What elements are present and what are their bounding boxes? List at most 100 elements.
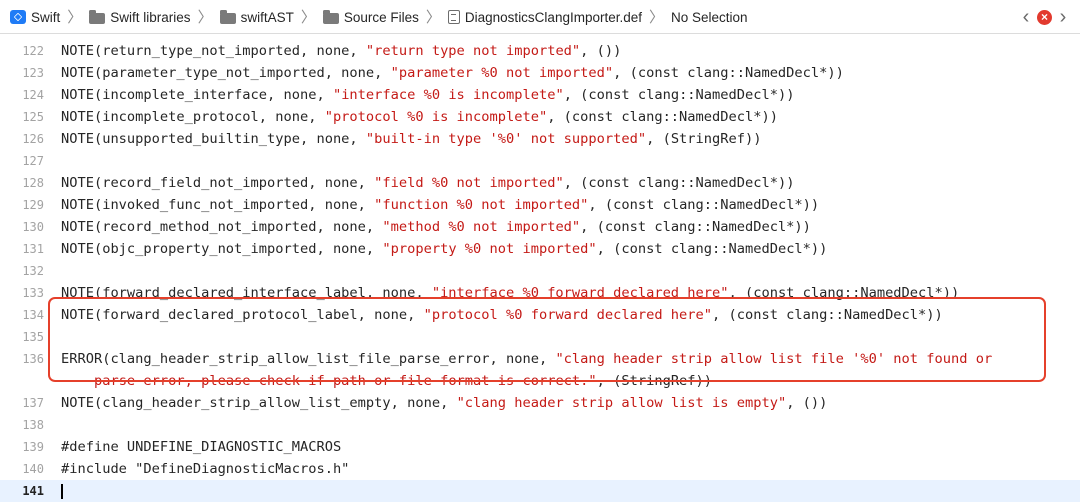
- breadcrumb-project-label: Swift: [31, 9, 61, 25]
- code-token: NOTE(unsupported_builtin_type, none,: [61, 131, 366, 147]
- source-editor[interactable]: 122 NOTE(return_type_not_imported, none, …: [0, 40, 1080, 502]
- string-literal: "return type not imported": [365, 43, 581, 59]
- line-number: 123: [22, 66, 44, 80]
- line-number: 141: [22, 484, 44, 498]
- code-text: [61, 480, 63, 502]
- folder-icon: [322, 9, 339, 24]
- breadcrumb-project[interactable]: Swift: [10, 10, 60, 25]
- code-line[interactable]: 141: [0, 480, 1080, 502]
- code-line[interactable]: 138: [0, 414, 1080, 436]
- chevron-right-icon: 〉: [67, 8, 83, 26]
- code-line[interactable]: 128 NOTE(record_field_not_imported, none,…: [0, 172, 1080, 194]
- issue-navigator-controls: ‹ × ›: [1019, 0, 1070, 34]
- code-token: NOTE(record_field_not_imported, none,: [61, 175, 375, 191]
- code-text: NOTE(record_method_not_imported, none, "…: [61, 216, 811, 238]
- line-number: 140: [22, 462, 44, 476]
- line-number: 129: [22, 198, 44, 212]
- code-line[interactable]: 140 #include "DefineDiagnosticMacros.h": [0, 458, 1080, 480]
- next-issue-button[interactable]: ›: [1056, 7, 1070, 27]
- code-line[interactable]: 131 NOTE(objc_property_not_imported, none…: [0, 238, 1080, 260]
- code-line[interactable]: 137 NOTE(clang_header_strip_allow_list_em…: [0, 392, 1080, 414]
- code-token: NOTE(incomplete_interface, none,: [61, 87, 333, 103]
- line-number: 134: [22, 308, 44, 322]
- code-line[interactable]: 123 NOTE(parameter_type_not_imported, non…: [0, 62, 1080, 84]
- code-token: NOTE(incomplete_protocol, none,: [61, 109, 325, 125]
- code-token: , (const clang::NamedDecl*)): [563, 87, 795, 103]
- code-token: NOTE(clang_header_strip_allow_list_empty…: [61, 395, 457, 411]
- line-number: 128: [22, 176, 44, 190]
- line-number: 125: [22, 110, 44, 124]
- breadcrumb-symbol[interactable]: No Selection: [671, 10, 748, 25]
- code-line[interactable]: 127: [0, 150, 1080, 172]
- code-line[interactable]: 132: [0, 260, 1080, 282]
- chevron-right-icon: 〉: [300, 8, 316, 26]
- code-token: #define UNDEFINE_DIAGNOSTIC_MACROS: [61, 439, 342, 455]
- jump-bar: Swift 〉 Swift libraries 〉 swiftAST 〉 Sou…: [0, 0, 1080, 34]
- breadcrumb-target[interactable]: swiftAST: [219, 9, 294, 25]
- code-token: NOTE(objc_property_not_imported, none,: [61, 241, 383, 257]
- error-issue-icon[interactable]: ×: [1037, 9, 1052, 25]
- code-text: #define UNDEFINE_DIAGNOSTIC_MACROS: [61, 436, 341, 458]
- line-number: 122: [22, 44, 44, 58]
- previous-issue-button[interactable]: ‹: [1019, 7, 1033, 27]
- string-literal: "parameter %0 not imported": [390, 65, 614, 81]
- text-cursor: [61, 483, 63, 499]
- line-number: 137: [22, 396, 44, 410]
- code-line[interactable]: 122 NOTE(return_type_not_imported, none, …: [0, 40, 1080, 62]
- breadcrumb: Swift 〉 Swift libraries 〉 swiftAST 〉 Sou…: [10, 0, 748, 34]
- line-number: 127: [22, 154, 44, 168]
- code-line[interactable]: 139 #define UNDEFINE_DIAGNOSTIC_MACROS: [0, 436, 1080, 458]
- code-text: NOTE(objc_property_not_imported, none, "…: [61, 238, 827, 260]
- breadcrumb-file[interactable]: DiagnosticsClangImporter.def: [447, 9, 642, 25]
- breadcrumb-file-label: DiagnosticsClangImporter.def: [464, 9, 642, 25]
- line-number: 138: [22, 418, 44, 432]
- folder-icon: [89, 9, 106, 24]
- code-token: , ()): [580, 43, 622, 59]
- breadcrumb-group[interactable]: Swift libraries: [89, 9, 191, 25]
- code-line[interactable]: 130 NOTE(record_method_not_imported, none…: [0, 216, 1080, 238]
- line-number: 130: [22, 220, 44, 234]
- line-number: 136: [22, 352, 44, 366]
- line-number: 126: [22, 132, 44, 146]
- code-token: NOTE(return_type_not_imported, none,: [61, 43, 366, 59]
- line-number: 132: [22, 264, 44, 278]
- code-text: NOTE(unsupported_builtin_type, none, "bu…: [61, 128, 761, 150]
- code-token: NOTE(record_method_not_imported, none,: [61, 219, 383, 235]
- code-line[interactable]: 124 NOTE(incomplete_interface, none, "int…: [0, 84, 1080, 106]
- code-line[interactable]: 126 NOTE(unsupported_builtin_type, none, …: [0, 128, 1080, 150]
- code-token: , (const clang::NamedDecl*)): [580, 219, 811, 235]
- code-text: NOTE(incomplete_interface, none, "interf…: [61, 84, 794, 106]
- code-token: , (const clang::NamedDecl*)): [596, 241, 828, 257]
- code-line[interactable]: 129 NOTE(invoked_func_not_imported, none,…: [0, 194, 1080, 216]
- breadcrumb-sources[interactable]: Source Files: [322, 9, 419, 25]
- code-line[interactable]: 125 NOTE(incomplete_protocol, none, "prot…: [0, 106, 1080, 128]
- code-text: NOTE(invoked_func_not_imported, none, "f…: [61, 194, 819, 216]
- highlight-annotation-box: [48, 297, 1046, 382]
- code-token: NOTE(parameter_type_not_imported, none,: [61, 65, 391, 81]
- file-icon: [447, 10, 460, 24]
- code-token: , (const clang::NamedDecl*)): [613, 65, 844, 81]
- line-number: 135: [22, 330, 44, 344]
- code-token: NOTE(invoked_func_not_imported, none,: [61, 197, 375, 213]
- chevron-right-icon: 〉: [425, 8, 441, 26]
- code-text: #include "DefineDiagnosticMacros.h": [61, 458, 349, 480]
- breadcrumb-symbol-label: No Selection: [671, 9, 748, 25]
- code-text: NOTE(record_field_not_imported, none, "f…: [61, 172, 794, 194]
- line-number: 131: [22, 242, 44, 256]
- string-literal: "built-in type '%0' not supported": [365, 131, 647, 147]
- breadcrumb-sources-label: Source Files: [343, 9, 419, 25]
- code-token: , (const clang::NamedDecl*)): [588, 197, 820, 213]
- line-number: 139: [22, 440, 44, 454]
- line-number: 133: [22, 286, 44, 300]
- code-token: #include "DefineDiagnosticMacros.h": [61, 461, 350, 477]
- code-text: NOTE(incomplete_protocol, none, "protoco…: [61, 106, 778, 128]
- string-literal: "property %0 not imported": [382, 241, 597, 257]
- code-token: , (const clang::NamedDecl*)): [547, 109, 778, 125]
- string-literal: "interface %0 is incomplete": [332, 87, 564, 103]
- xcode-project-icon: [10, 10, 26, 24]
- string-literal: "clang header strip allow list is empty": [456, 395, 787, 411]
- breadcrumb-target-label: swiftAST: [240, 9, 294, 25]
- breadcrumb-group-label: Swift libraries: [110, 9, 191, 25]
- code-token: , ()): [786, 395, 828, 411]
- string-literal: "protocol %0 is incomplete": [324, 109, 548, 125]
